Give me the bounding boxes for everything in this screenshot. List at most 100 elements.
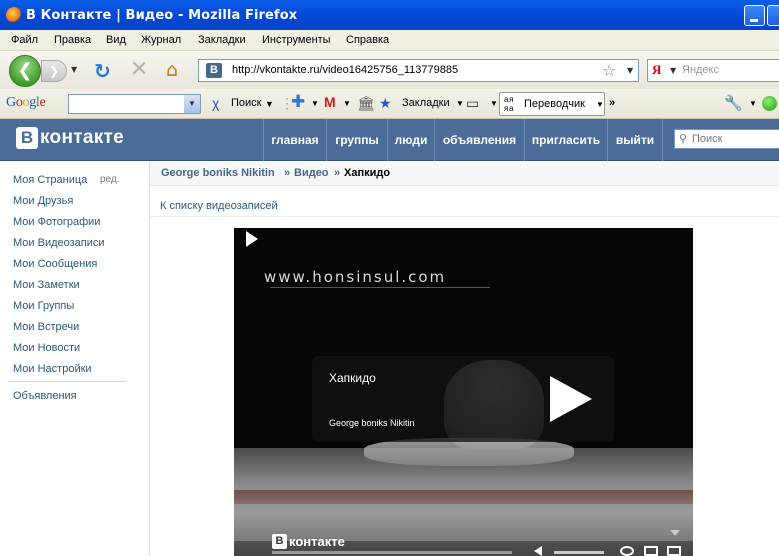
vk-nav-ads[interactable]: объявления: [434, 119, 524, 161]
breadcrumb-separator: »: [334, 167, 341, 179]
menu-help[interactable]: Справка: [346, 34, 389, 46]
stop-icon[interactable]: ✕: [130, 57, 148, 82]
breadcrumb-user[interactable]: George boniks Nikitin: [161, 167, 275, 179]
menu-tools[interactable]: Инструменты: [262, 34, 331, 46]
translate-icon: a яя a: [504, 95, 514, 113]
player-menu-icon[interactable]: [670, 530, 680, 536]
wrench-icon[interactable]: 🔧: [724, 94, 743, 112]
gmail-icon[interactable]: M: [324, 94, 336, 110]
google-g-icon[interactable]: χ: [212, 95, 219, 111]
sidebar-item-notes[interactable]: Мои Заметки: [13, 279, 80, 291]
sidebar-item-videos[interactable]: Мои Видеозаписи: [13, 237, 105, 249]
settings-dropdown-icon[interactable]: ▼: [749, 99, 757, 108]
vk-nav-groups[interactable]: группы: [326, 119, 387, 161]
bookmark-star-icon[interactable]: ☆: [602, 61, 616, 80]
url-dropdown-icon[interactable]: ▼: [627, 66, 633, 75]
translator-label: Переводчик: [524, 98, 585, 110]
google-toolbar: Google ▼ χ Поиск ▼ ⋮ ✚ ▼ M ▼ 🏛 ★ Закладк…: [0, 89, 779, 119]
menu-view[interactable]: Вид: [106, 34, 126, 46]
forward-button[interactable]: ❯: [41, 60, 67, 82]
add-dropdown-icon[interactable]: ▼: [311, 99, 319, 108]
bookmarks-dropdown-icon[interactable]: ▼: [456, 99, 464, 108]
box-icon[interactable]: ▭: [466, 95, 479, 112]
sidebar-item-settings[interactable]: Мои Настройки: [13, 363, 92, 375]
search-engine-dropdown-icon[interactable]: ▼: [670, 66, 676, 75]
video-frame-line: [270, 287, 490, 288]
volume-slider[interactable]: [554, 551, 604, 554]
sidebar-item-groups[interactable]: Мои Группы: [13, 300, 74, 312]
vk-sidebar: Моя Страница ред. Мои Друзья Мои Фотогра…: [0, 162, 149, 556]
video-player[interactable]: www.honsinsul.com Хапкидо George boniks …: [234, 228, 693, 556]
site-favicon: В: [206, 63, 222, 78]
add-plus-icon[interactable]: ✚: [291, 92, 305, 112]
google-bookmarks-button[interactable]: Закладки: [402, 97, 450, 109]
translator-dropdown-icon[interactable]: ▼: [596, 100, 604, 109]
vk-nav-invite[interactable]: пригласить: [524, 119, 607, 161]
google-search-dropdown-icon[interactable]: ▼: [184, 95, 200, 113]
menu-file[interactable]: Файл: [11, 34, 38, 46]
vk-logo-letter: В: [16, 127, 38, 149]
sidebar-divider: [8, 381, 126, 382]
yandex-icon[interactable]: Я: [652, 62, 661, 78]
sidebar-item-ads[interactable]: Объявления: [13, 390, 77, 402]
breadcrumb-video[interactable]: Видео: [294, 167, 329, 179]
url-bar[interactable]: В http://vkontakte.ru/video16425756_1137…: [198, 59, 639, 82]
star-bookmark-icon[interactable]: ★: [379, 95, 392, 112]
sidebar-item-photos[interactable]: Мои Фотографии: [13, 216, 100, 228]
navigation-toolbar: ❮ ❯ ▼ ↻ ✕ ⌂ В http://vkontakte.ru/video1…: [0, 51, 779, 89]
menu-edit[interactable]: Правка: [54, 34, 91, 46]
search-dropdown-icon[interactable]: ▼: [265, 99, 274, 109]
video-info-overlay[interactable]: Хапкидо George boniks Nikitin: [312, 356, 614, 442]
video-title: Хапкидо: [329, 371, 376, 385]
google-search-input[interactable]: ▼: [68, 94, 201, 114]
vk-nav-logout[interactable]: выйти: [607, 119, 663, 161]
back-button[interactable]: ❮: [9, 55, 41, 87]
sidebar-item-friends[interactable]: Мои Друзья: [13, 195, 73, 207]
bank-icon[interactable]: 🏛: [357, 95, 375, 112]
vk-nav-people[interactable]: люди: [387, 119, 434, 161]
volume-icon[interactable]: [534, 546, 542, 556]
window-title: В Контакте | Видео - Mozilla Firefox: [26, 7, 298, 23]
vk-search-input[interactable]: ⚲ Поиск: [674, 129, 779, 149]
video-watermark-site: www.honsinsul.com: [264, 268, 447, 286]
history-dropdown-icon[interactable]: ▼: [71, 65, 77, 74]
control-play-icon[interactable]: [246, 231, 258, 247]
breadcrumb: George boniks Nikitin » Видео » Хапкидо: [150, 162, 779, 186]
box-dropdown-icon[interactable]: ▼: [490, 99, 498, 108]
gmail-dropdown-icon[interactable]: ▼: [343, 99, 351, 108]
search-placeholder: Яндекс: [682, 64, 719, 76]
edit-link[interactable]: ред.: [100, 174, 120, 185]
hd-icon[interactable]: [620, 546, 634, 556]
status-green-icon[interactable]: [762, 96, 777, 111]
seek-bar[interactable]: [272, 551, 512, 554]
fullscreen-icon[interactable]: [667, 546, 681, 556]
content-divider: [150, 216, 779, 217]
google-logo: Google: [6, 95, 46, 110]
vk-nav-home[interactable]: главная: [263, 119, 326, 161]
play-icon[interactable]: [550, 376, 592, 422]
web-search-box[interactable]: Я ▼ Яндекс: [647, 59, 779, 82]
vk-header: В контакте главная группы люди объявлени…: [0, 119, 779, 161]
reload-icon[interactable]: ↻: [94, 59, 111, 83]
window-mode-icon[interactable]: [644, 546, 658, 556]
vk-logo[interactable]: В контакте: [16, 127, 124, 149]
home-icon[interactable]: ⌂: [166, 59, 178, 81]
video-author[interactable]: George boniks Nikitin: [329, 418, 415, 428]
maximize-button[interactable]: [767, 5, 779, 26]
window-title-bar: В Контакте | Видео - Mozilla Firefox: [0, 0, 779, 30]
menu-history[interactable]: Журнал: [141, 34, 181, 46]
back-to-video-list-link[interactable]: К списку видеозаписей: [160, 200, 278, 212]
sidebar-item-my-page[interactable]: Моя Страница: [13, 174, 87, 186]
sidebar-item-messages[interactable]: Мои Сообщения: [13, 258, 97, 270]
url-text[interactable]: http://vkontakte.ru/video16425756_113779…: [232, 64, 458, 76]
translator-button[interactable]: a яя a Переводчик ▼: [499, 92, 605, 116]
menu-bookmarks[interactable]: Закладки: [198, 34, 246, 46]
sidebar-item-news[interactable]: Мои Новости: [13, 342, 80, 354]
sidebar-item-events[interactable]: Мои Встречи: [13, 321, 79, 333]
google-search-button[interactable]: Поиск: [231, 97, 261, 109]
minimize-button[interactable]: [744, 5, 765, 26]
player-vk-logo-letter: В: [272, 534, 287, 549]
player-vk-logo: В контакте: [272, 534, 345, 549]
more-chevron[interactable]: »: [609, 97, 615, 109]
firefox-icon: [6, 7, 22, 23]
